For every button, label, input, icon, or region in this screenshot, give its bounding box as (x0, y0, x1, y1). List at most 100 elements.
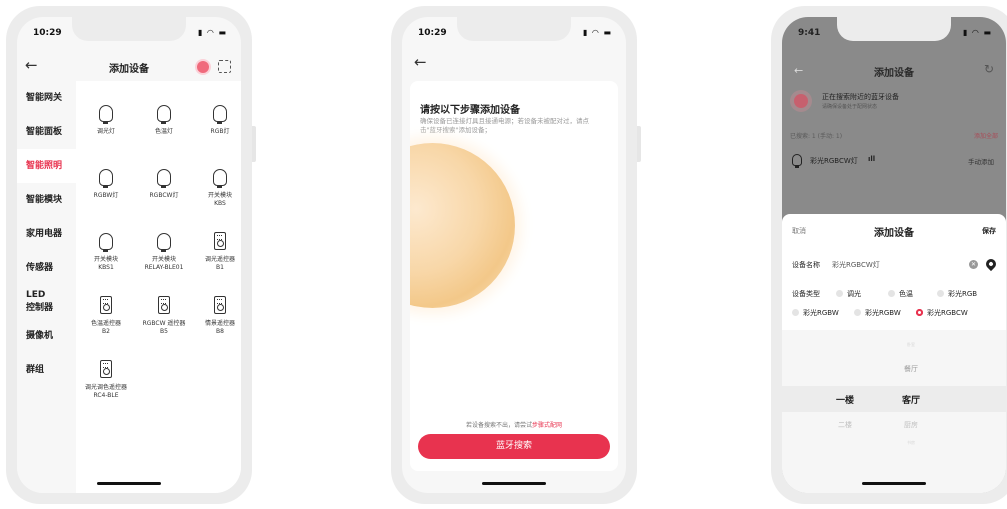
location-pin-icon[interactable] (983, 256, 999, 272)
device-name-field: 设备名称 彩光RGBCW灯 ✕ (792, 256, 999, 274)
device-type-item[interactable]: 调光调色遥控器 RC4-BLE (78, 357, 134, 400)
device-type-label: 开关模块 KBS1 (93, 256, 118, 271)
type-option-rgbw[interactable]: 彩光RGBW (792, 308, 839, 318)
remote-icon (100, 360, 112, 378)
bulb-icon (157, 232, 171, 252)
screen: 9:41 ▮ ◠ ▬ ← 添加设备 ↻ 正在搜索附近的蓝牙设备 请确保设备处于配… (782, 17, 1006, 493)
device-type-label: 调光调色遥控器 RC4-BLE (84, 384, 127, 399)
found-device-row[interactable]: 彩光RGBCW灯 ıll 手动添加 (790, 153, 998, 173)
found-count: 已搜索: 1 (手动: 1) (790, 133, 843, 140)
picker-item-right[interactable]: 厨房 (886, 420, 936, 430)
radio-icon (937, 290, 944, 297)
sidebar-item-group[interactable]: 群组 (17, 353, 76, 387)
manual-add-button[interactable]: 手动添加 (968, 156, 994, 166)
sidebar-item-appliance[interactable]: 家用电器 (17, 217, 76, 251)
bulb-icon (792, 154, 802, 168)
sidebar-item-gateway[interactable]: 智能网关 (17, 81, 76, 115)
bulb-icon (136, 101, 192, 125)
notch (837, 17, 951, 41)
type-option-rgbcw[interactable]: 彩光RGBCW (916, 308, 968, 318)
bluetooth-search-button[interactable]: 蓝牙搜索 (418, 434, 610, 459)
device-type-item[interactable]: 开关模块 KBS (192, 165, 241, 208)
remote-icon (100, 296, 112, 314)
nav-bar: ← 添加设备 (17, 53, 241, 81)
device-type-label: 情景遥控器 B8 (204, 320, 235, 335)
device-type-item[interactable]: 调光灯 (78, 101, 134, 136)
side-button (637, 126, 641, 162)
device-type-row: 设备类型 调光 色温 彩光RGB (792, 289, 1000, 301)
searching-pulse-icon (794, 94, 808, 108)
device-type-item[interactable]: 情景遥控器 B8 (192, 293, 241, 336)
device-type-item[interactable]: 色温灯 (136, 101, 192, 136)
type-option-rgbw-2[interactable]: 彩光RGBW (854, 308, 901, 318)
device-type-label: RGBCW灯 (149, 192, 179, 199)
phone-add-device-sheet: 9:41 ▮ ◠ ▬ ← 添加设备 ↻ 正在搜索附近的蓝牙设备 请确保设备处于配… (771, 6, 1007, 504)
sidebar-item-camera[interactable]: 摄像机 (17, 319, 76, 353)
name-input[interactable]: 彩光RGBCW灯 (832, 260, 880, 270)
remote-icon (214, 232, 226, 250)
status-icons: ▮ ◠ ▬ (197, 28, 227, 37)
device-type-item[interactable]: 开关模块 RELAY-BLE01 (136, 229, 192, 272)
status-icons: ▮ ◠ ▬ (582, 28, 612, 37)
picker-item-right[interactable]: 餐厅 (886, 364, 936, 374)
device-type-label: RGBW灯 (93, 192, 119, 199)
light-glow-illustration (410, 143, 515, 308)
picker-floor-selected[interactable]: 一楼 (820, 393, 870, 406)
device-type-item[interactable]: RGBW灯 (78, 165, 134, 200)
record-icon[interactable] (197, 61, 209, 73)
refresh-icon[interactable]: ↻ (984, 62, 994, 76)
bulb-icon (192, 101, 241, 125)
radio-icon (854, 309, 861, 316)
radio-icon (888, 290, 895, 297)
picker-item-left[interactable]: 二楼 (820, 420, 870, 430)
device-type-item[interactable]: 开关模块 KBS1 (78, 229, 134, 272)
bulb-icon (136, 229, 192, 253)
notch (457, 17, 571, 41)
type-option-dim[interactable]: 调光 (836, 289, 861, 299)
home-indicator (97, 482, 161, 485)
device-type-item[interactable]: RGBCW灯 (136, 165, 192, 200)
device-type-item[interactable]: 调光遥控器 B1 (192, 229, 241, 272)
step-pairing-link[interactable]: 步骤式配网 (532, 422, 562, 429)
radio-icon (836, 290, 843, 297)
remote-icon (192, 293, 241, 317)
remote-icon (214, 296, 226, 314)
device-type-item[interactable]: RGB灯 (192, 101, 241, 136)
sidebar-item-panel[interactable]: 智能面板 (17, 115, 76, 149)
add-device-sheet: 取消 添加设备 保存 设备名称 彩光RGBCW灯 ✕ 设备类型 调光 色温 彩光… (782, 214, 1006, 493)
bulb-icon (99, 168, 113, 188)
signal-strength-icon: ıll (868, 155, 876, 163)
radio-icon (792, 309, 799, 316)
searching-subtext: 请确保设备处于配网状态 (822, 104, 878, 110)
picker-room-selected[interactable]: 客厅 (886, 393, 936, 406)
sidebar-item-led-controller[interactable]: LED 控制器 (17, 285, 76, 319)
scan-icon[interactable] (218, 60, 231, 73)
device-type-item[interactable]: 色温遥控器 B2 (78, 293, 134, 336)
add-all-button[interactable]: 添加全部 (974, 131, 998, 140)
device-name: 彩光RGBCW灯 (810, 157, 858, 165)
save-button[interactable]: 保存 (982, 226, 996, 236)
picker-item-faded: 卧室 (907, 342, 915, 347)
device-type-label: 色温遥控器 B2 (90, 320, 121, 335)
clear-icon[interactable]: ✕ (969, 260, 978, 269)
sidebar-item-module[interactable]: 智能模块 (17, 183, 76, 217)
device-type-label: RGB灯 (210, 128, 230, 135)
room-picker[interactable]: 卧室 餐厅 一楼 客厅 二楼 厨房 书房 (782, 330, 1006, 493)
radio-selected-icon (916, 309, 923, 316)
sidebar-item-lighting[interactable]: 智能照明 (17, 149, 76, 183)
type-option-cct[interactable]: 色温 (888, 289, 913, 299)
name-label: 设备名称 (792, 261, 820, 269)
bulb-icon (157, 168, 171, 188)
fallback-hint: 若设备搜索不出，请尝试步骤式配网 (410, 420, 618, 429)
bulb-icon (213, 168, 227, 188)
guide-card: 请按以下步骤添加设备 确保设备已连接灯具且接通电源；若设备未被配对过，请点击"蓝… (410, 81, 618, 471)
type-option-rgb[interactable]: 彩光RGB (937, 289, 977, 299)
sidebar-item-sensor[interactable]: 传感器 (17, 251, 76, 285)
remote-icon (136, 293, 192, 317)
device-type-item[interactable]: RGBCW 遥控器 B5 (136, 293, 192, 336)
bulb-icon (78, 165, 134, 189)
remote-icon (158, 296, 170, 314)
remote-icon (78, 357, 134, 381)
device-type-label: 开关模块 KBS (207, 192, 232, 207)
back-arrow-icon[interactable]: ← (414, 53, 427, 71)
